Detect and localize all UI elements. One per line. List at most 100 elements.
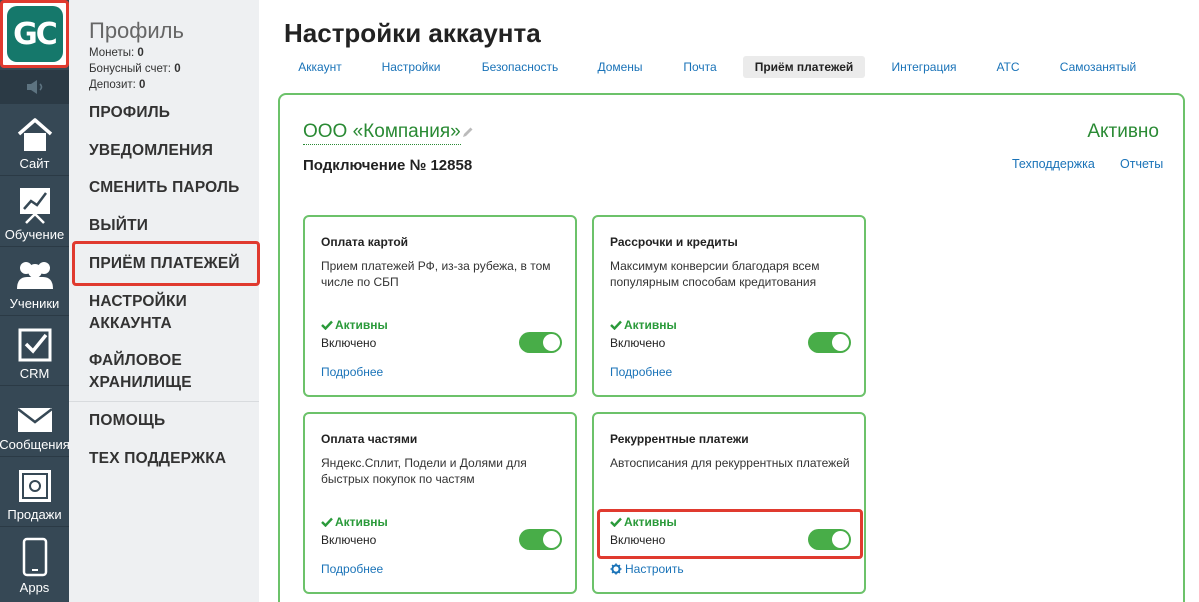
rail-item-label: Apps	[19, 580, 50, 595]
users-icon	[16, 262, 53, 289]
page-title: Настройки аккаунта	[284, 18, 541, 48]
card-installments-credits: Рассрочки и кредиты Максимум конверсии б…	[592, 215, 866, 397]
subnav-link-notifications[interactable]: Уведомления	[89, 140, 213, 162]
profile-subnav: Профиль Монеты: 0 Бонусный счет: 0 Депоз…	[69, 0, 260, 602]
enable-toggle[interactable]	[519, 332, 562, 353]
card-description: Автосписания для рекуррентных платежей	[610, 456, 850, 470]
rail-item-students[interactable]: Ученики	[0, 246, 69, 316]
envelope-icon	[16, 408, 53, 432]
status-badge: Активно	[1087, 121, 1159, 142]
checkmark-icon	[610, 320, 622, 330]
smartphone-icon	[22, 537, 47, 577]
tab-domains[interactable]: Домены	[588, 56, 652, 78]
card-active-label: Активны	[624, 318, 677, 332]
details-link-label[interactable]: Подробнее	[321, 365, 383, 379]
rail-item-label: Продажи	[7, 507, 62, 522]
speaker-icon	[26, 80, 42, 94]
tab-account[interactable]: Аккаунт	[284, 56, 356, 78]
subnav-link-logout[interactable]: Выйти	[89, 215, 148, 237]
details-link[interactable]: Подробнее	[610, 365, 672, 379]
chart-board-icon	[19, 188, 50, 224]
enable-toggle[interactable]	[808, 332, 851, 353]
support-link[interactable]: Техподдержка	[1012, 157, 1095, 171]
deposit-label: Депозит:	[89, 79, 136, 91]
card-active-status: Активны	[610, 318, 677, 332]
subnav-link-help[interactable]: Помощь	[89, 410, 165, 432]
reports-link[interactable]: Отчеты	[1120, 157, 1163, 171]
bonus-row: Бонусный счет: 0	[89, 63, 181, 75]
subnav-link-change-password[interactable]: Сменить пароль	[89, 177, 239, 199]
deposit-row: Депозит: 0	[89, 79, 145, 91]
tab-ats[interactable]: АТС	[986, 56, 1030, 78]
card-title: Рекуррентные платежи	[610, 432, 749, 446]
tab-mail[interactable]: Почта	[674, 56, 726, 78]
card-description: Максимум конверсии благодаря всем популя…	[610, 259, 820, 289]
rail-item-label: Обучение	[4, 227, 65, 242]
details-link-label[interactable]: Подробнее	[321, 562, 383, 576]
rail-item-learning[interactable]: Обучение	[0, 177, 69, 247]
gear-icon	[610, 563, 622, 575]
rail-item-label: Сайт	[19, 156, 50, 171]
card-active-status: Активны	[321, 515, 388, 529]
rail-item-label: CRM	[19, 366, 50, 381]
safe-icon	[18, 470, 51, 502]
details-link[interactable]: Подробнее	[321, 562, 383, 576]
subnav-link-payments[interactable]: Приём платежей	[89, 253, 240, 275]
card-title: Рассрочки и кредиты	[610, 235, 738, 249]
checkbox-icon	[18, 328, 51, 362]
pencil-icon[interactable]	[462, 126, 474, 138]
details-link-label[interactable]: Подробнее	[610, 365, 672, 379]
card-split-payment: Оплата частями Яндекс.Сплит, Подели и До…	[303, 412, 577, 594]
rail-item-sales[interactable]: Продажи	[0, 457, 69, 527]
rail-item-site[interactable]: Сайт	[0, 106, 69, 176]
subnav-link-profile[interactable]: Профиль	[89, 102, 170, 124]
rail-item-label: Сообщения	[0, 437, 70, 452]
bonus-value: 0	[174, 63, 181, 75]
card-active-label: Активны	[335, 515, 388, 529]
card-state-label: Включено	[321, 336, 377, 350]
configure-link[interactable]: Настроить	[610, 562, 684, 576]
coins-label: Монеты:	[89, 47, 135, 59]
coins-value: 0	[137, 47, 144, 59]
tab-payments[interactable]: Приём платежей	[743, 56, 865, 78]
connection-number: Подключение № 12858	[303, 157, 473, 174]
collapse-rail-button[interactable]	[0, 70, 69, 104]
deposit-value: 0	[139, 79, 146, 91]
rail-item-apps[interactable]: Apps	[0, 529, 69, 599]
rail-item-label: Ученики	[9, 296, 60, 311]
bonus-label: Бонусный счет:	[89, 63, 171, 75]
card-description: Прием платежей РФ, из-за рубежа, в том ч…	[321, 259, 551, 289]
card-description: Яндекс.Сплит, Подели и Долями для быстры…	[321, 456, 527, 486]
subnav-title: Профиль	[89, 18, 184, 43]
card-card-payment: Оплата картой Прием платежей РФ, из-за р…	[303, 215, 577, 397]
tab-security[interactable]: Безопасность	[472, 56, 568, 78]
details-link[interactable]: Подробнее	[321, 365, 383, 379]
checkmark-icon	[321, 517, 333, 527]
coins-row: Монеты: 0	[89, 47, 144, 59]
subnav-link-tech-support[interactable]: Тех поддержка	[89, 448, 226, 470]
configure-link-label[interactable]: Настроить	[625, 562, 684, 576]
card-recurring-payments: Рекуррентные платежи Автосписания для ре…	[592, 412, 866, 594]
card-title: Оплата частями	[321, 432, 418, 446]
card-state-label: Включено	[610, 336, 666, 350]
card-title: Оплата картой	[321, 235, 409, 249]
card-active-label: Активны	[335, 318, 388, 332]
tab-integration[interactable]: Интеграция	[882, 56, 966, 78]
house-icon	[17, 118, 52, 151]
tab-self-employed[interactable]: Самозанятый	[1052, 56, 1144, 78]
subnav-link-account-settings[interactable]: Настройки аккаунта	[89, 291, 229, 335]
card-active-status: Активны	[321, 318, 388, 332]
company-name-link[interactable]: ООО «Компания»	[303, 121, 461, 145]
enable-toggle[interactable]	[519, 529, 562, 550]
subnav-link-file-storage[interactable]: Файловое хранилище	[89, 350, 229, 394]
rail-item-crm[interactable]: CRM	[0, 316, 69, 386]
checkmark-icon	[321, 320, 333, 330]
rail-item-messages[interactable]: Сообщения	[0, 387, 70, 457]
card-state-label: Включено	[321, 533, 377, 547]
recurring-status-highlight-frame	[597, 509, 863, 559]
app-rail: GC Сайт Обучение Ученики CRM Сообщения П…	[0, 0, 70, 602]
gc-logo[interactable]: GC	[6, 6, 63, 62]
logo-highlight-frame[interactable]: GC	[0, 0, 69, 68]
tab-settings[interactable]: Настройки	[372, 56, 450, 78]
subnav-divider	[69, 401, 259, 402]
